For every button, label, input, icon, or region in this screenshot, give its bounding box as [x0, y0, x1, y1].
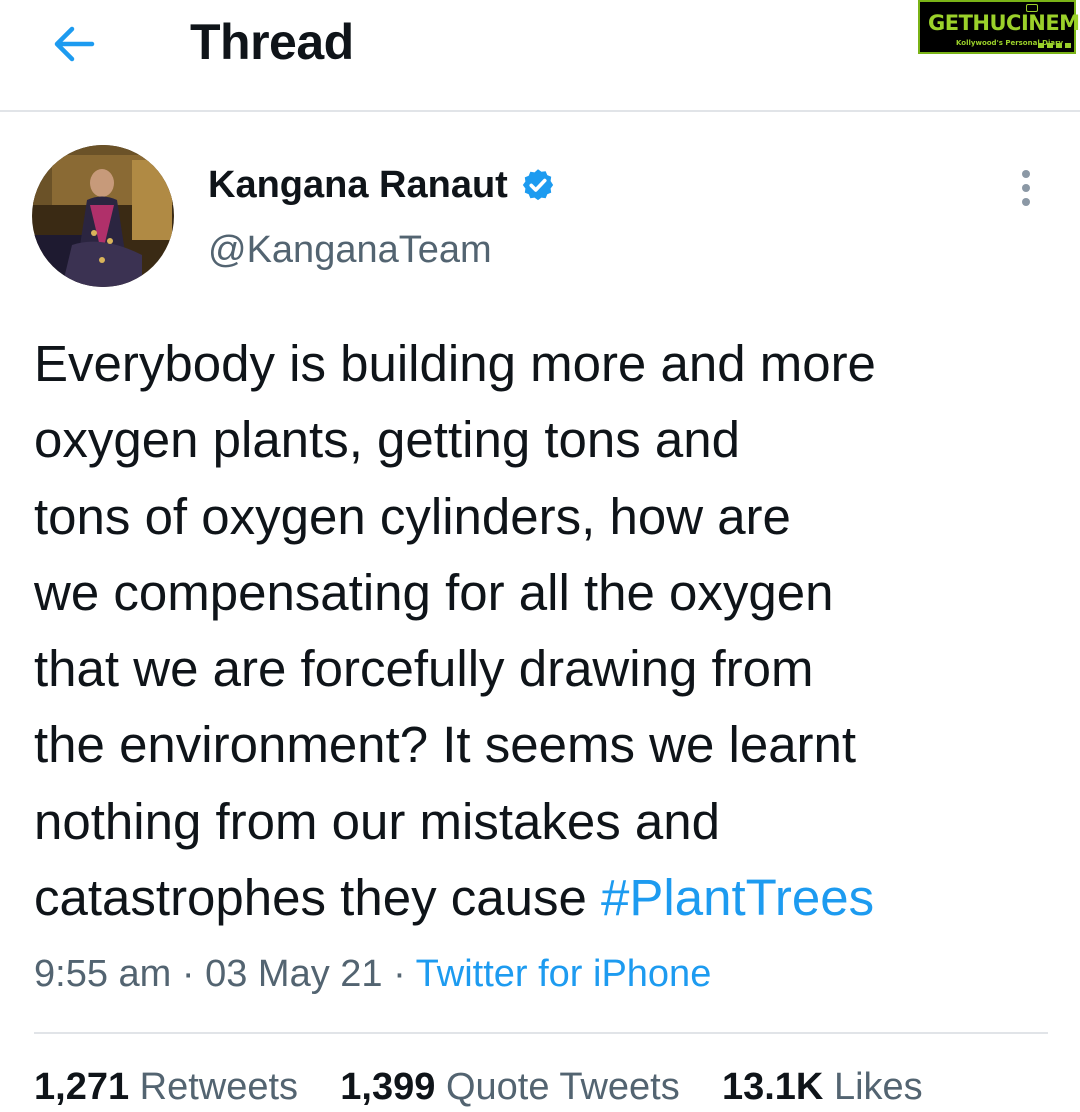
likes-stat[interactable]: 13.1K Likes	[722, 1066, 923, 1108]
tweet-text-line-content: catastrophes they cause	[34, 869, 602, 927]
tweet-text-last-line: catastrophes they cause #PlantTrees	[34, 860, 1054, 936]
retweets-stat[interactable]: 1,271 Retweets	[34, 1066, 298, 1108]
more-options-button[interactable]	[1004, 166, 1048, 210]
tweet-text-line: we compensating for all the oxygen	[34, 563, 834, 621]
avatar[interactable]	[32, 145, 174, 287]
tweet-source-link[interactable]: Twitter for iPhone	[416, 953, 712, 995]
tweet-text-line: Everybody is building more and more	[34, 335, 876, 392]
more-vertical-icon	[1022, 170, 1030, 206]
tweet-text-line: nothing from our mistakes and	[34, 792, 721, 850]
arrow-left-icon	[54, 26, 95, 62]
tweet-text-line: tons of oxygen cylinders, how are	[34, 487, 791, 545]
quotes-stat[interactable]: 1,399 Quote Tweets	[340, 1066, 679, 1108]
tweet-date: 03 May 21	[205, 953, 383, 995]
meta-separator: ·	[382, 953, 416, 995]
watermark-logo: GETHUCINEMA Kollywood's Personal Diary	[918, 0, 1080, 54]
retweets-label: Retweets	[139, 1066, 299, 1108]
film-strip-icon	[1038, 43, 1071, 48]
tweet-time: 9:55 am	[34, 953, 172, 995]
back-button[interactable]	[44, 16, 104, 72]
likes-count: 13.1K	[721, 1066, 824, 1108]
avatar-image	[32, 145, 174, 287]
hashtag-link[interactable]: #PlantTrees	[601, 869, 874, 926]
page-title: Thread	[190, 14, 354, 70]
likes-label: Likes	[833, 1066, 923, 1108]
quotes-label: Quote Tweets	[445, 1066, 680, 1108]
divider	[34, 1032, 1048, 1034]
tweet-text-line: that we are forcefully drawing from	[34, 640, 814, 698]
tweet-text: Everybody is building more and more oxyg…	[34, 326, 1054, 936]
author-handle[interactable]: @KanganaTeam	[208, 225, 492, 275]
watermark-brand: GETHUCINEMA	[928, 11, 1080, 35]
camera-icon	[1026, 4, 1038, 12]
tweet-meta: 9:55 am · 03 May 21 · Twitter for iPhone	[34, 948, 711, 1000]
meta-separator: ·	[171, 953, 206, 995]
author-name-text: Kangana Ranaut	[208, 164, 508, 206]
tweet-text-line: oxygen plants, getting tons and	[34, 411, 741, 469]
tweet-stats: 1,271 Retweets 1,399 Quote Tweets 13.1K …	[34, 1062, 923, 1112]
retweets-count: 1,271	[34, 1066, 130, 1108]
verified-badge-icon	[522, 169, 553, 201]
quotes-count: 1,399	[340, 1066, 436, 1108]
top-bar: Thread GETHUCINEMA Kollywood's Personal …	[0, 0, 1080, 112]
author-name[interactable]: Kangana Ranaut	[208, 160, 556, 210]
tweet-text-line: the environment? It seems we learnt	[34, 716, 857, 774]
